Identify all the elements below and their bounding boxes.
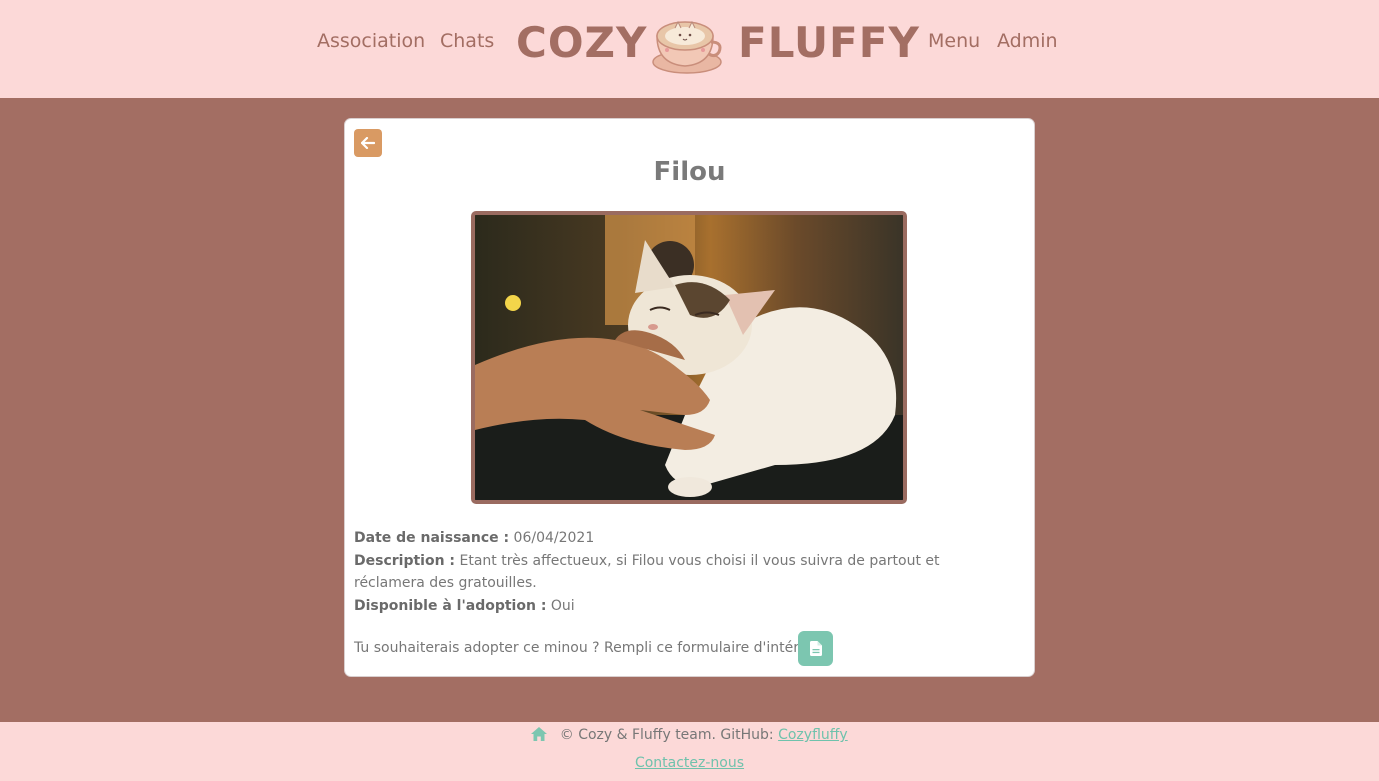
contact-link[interactable]: Contactez-nous <box>635 755 744 771</box>
birth-date-row: Date de naissance : 06/04/2021 <box>354 527 1014 549</box>
adoption-label: Disponible à l'adoption : <box>354 598 547 614</box>
main-content: Filou Date de naissance: 06/04/2021 Des… <box>0 98 1379 722</box>
birth-date-value: 06/04/2021 <box>513 530 595 546</box>
brand-cozy: COZY <box>516 18 648 67</box>
coffee-cup-logo-icon[interactable] <box>651 14 725 76</box>
nav-menu[interactable]: Menu <box>928 30 980 52</box>
cat-name-title: Filou <box>653 157 726 187</box>
adoption-row: Disponible à l'adoption : Oui <box>354 595 1014 617</box>
description-row: Description : Etant très affectueux, si … <box>354 550 1014 594</box>
birth-date-label: Date de naissance : <box>354 530 510 546</box>
back-button[interactable] <box>354 129 382 157</box>
footer-copyright-row: © Cozy & Fluffy team. GitHub: Cozyfluffy <box>0 727 1379 743</box>
cat-photo <box>471 211 907 504</box>
home-icon[interactable] <box>531 727 548 741</box>
adoption-value: Oui <box>550 598 575 614</box>
document-icon <box>809 641 822 656</box>
nav-association[interactable]: Association <box>317 30 425 52</box>
cat-being-petted-photo-icon <box>475 215 903 500</box>
copyright-text: © Cozy & Fluffy team. GitHub: <box>559 727 774 743</box>
interest-form-button[interactable] <box>798 631 833 666</box>
nav-chats[interactable]: Chats <box>440 30 494 52</box>
nav-admin[interactable]: Admin <box>997 30 1058 52</box>
site-header: Association Chats COZY FLUFFY Menu Admin <box>0 0 1379 98</box>
brand-fluffy: FLUFFY <box>738 18 920 67</box>
description-label: Description : <box>354 553 456 569</box>
arrow-left-icon <box>361 137 375 149</box>
form-prompt: Tu souhaiterais adopter ce minou ? Rempl… <box>354 640 822 656</box>
github-link[interactable]: Cozyfluffy <box>778 727 848 743</box>
cat-detail-card: Filou Date de naissance: 06/04/2021 Des… <box>344 118 1035 677</box>
site-footer: © Cozy & Fluffy team. GitHub: Cozyfluffy… <box>0 722 1379 781</box>
footer-contact-row: Contactez-nous <box>0 755 1379 771</box>
